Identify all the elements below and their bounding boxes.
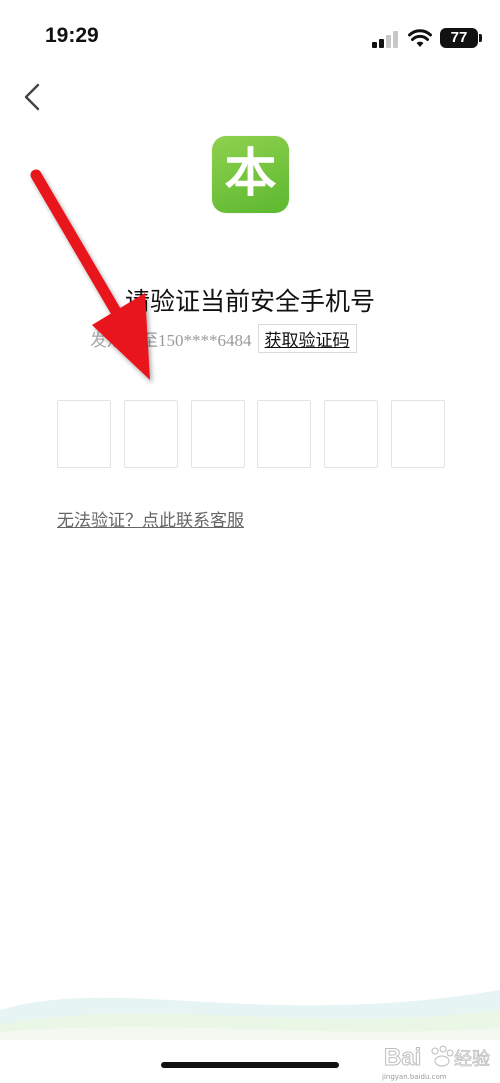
app-logo: 本 [212, 136, 289, 213]
code-digit-box-5[interactable] [324, 400, 378, 468]
code-digit-box-6[interactable] [391, 400, 445, 468]
wifi-icon [408, 29, 432, 47]
code-digit-box-1[interactable] [57, 400, 111, 468]
get-code-button[interactable]: 获取验证码 [257, 323, 357, 353]
battery-tip [479, 34, 482, 42]
contact-support-link[interactable]: 无法验证？点此联系客服 [57, 506, 244, 531]
back-button[interactable] [18, 80, 48, 114]
code-digit-box-2[interactable] [124, 400, 178, 468]
code-digit-box-4[interactable] [257, 400, 311, 468]
sms-line: 发 短信至150****6484 获取验证码 [90, 323, 357, 353]
status-time: 19:29 [45, 24, 99, 47]
watermark-text: Bai [384, 1044, 421, 1071]
page-title: 请验证当前安全手机号 [124, 287, 375, 316]
home-indicator [161, 1062, 339, 1068]
battery-icon: 77 [440, 28, 478, 48]
sms-prefix: 发 [90, 330, 107, 350]
paw-icon [431, 1045, 454, 1067]
status-bar: 19:29 77 [0, 0, 500, 80]
chevron-left-icon [24, 83, 40, 111]
app-logo-glyph: 本 [224, 144, 277, 204]
code-digit-box-3[interactable] [191, 400, 245, 468]
signal-bars-icon [372, 30, 400, 48]
baidu-jingyan-watermark: Bai 经验 [384, 1044, 491, 1072]
verification-code-input[interactable] [57, 400, 445, 468]
watermark-url: jingyan.baidu.com [382, 1073, 447, 1081]
svg-text:经验: 经验 [454, 1049, 490, 1070]
sms-target-text: 短信至150****6484 [107, 330, 252, 350]
